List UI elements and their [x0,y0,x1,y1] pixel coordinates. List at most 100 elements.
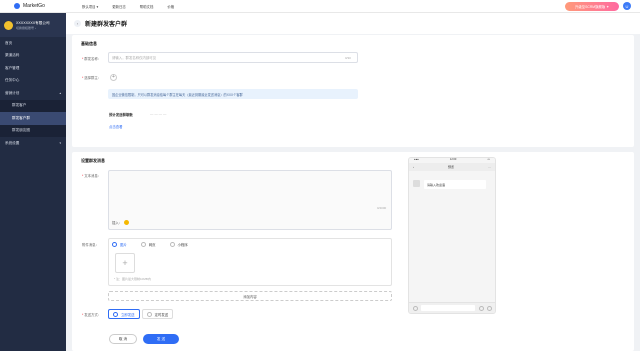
back-button[interactable]: ‹ [74,20,81,27]
nav-project-switcher[interactable]: 默认项目 ▾ [82,4,98,9]
attachment-box: 图片 网页 小程序 + * 注：图片最大限制10MB内 [108,238,392,286]
sidebar-item-customers[interactable]: 客户管理 [0,62,66,75]
org-switcher[interactable]: XXXXXXXX有限公司 切换授权账号 › [0,13,66,37]
submit-button[interactable]: 发 送 [143,334,179,344]
attach-web-radio[interactable]: 网页 [140,242,156,247]
section-title-basic: 基础信息 [81,41,97,46]
radio-icon [169,242,175,247]
text-message-label-text: 文本消息： [84,174,102,178]
phone-text-input [421,305,475,311]
insert-label: 插入： [112,221,123,225]
preview-message: 请输入欢迎语 [424,180,486,189]
attach-image-radio[interactable]: 图片 [112,242,127,247]
chevron-up-icon: ▴ [59,91,61,96]
page-header: ‹ 新建群发客户群 [66,13,640,34]
logo-icon [14,3,20,9]
more-icon: ··· [487,165,491,169]
nav-pricing[interactable]: 价格 [167,4,174,9]
org-switch-link[interactable]: 切换授权账号 › [16,26,50,30]
nav-changelog[interactable]: 更新日志 [112,4,126,9]
org-name: XXXXXXXX有限公司 [16,20,50,25]
plus-icon: + [122,258,128,268]
voice-icon [413,306,418,311]
cancel-button[interactable]: 取 消 [109,334,137,344]
sidebar-item-label: 渠道活码 [5,53,20,58]
task-name-count: 0/30 [345,56,351,60]
phone-time: 12:00 [449,158,457,161]
estimate-label: 预计发送群聊数 [109,113,133,117]
page-title: 新建群发客户群 [85,22,128,28]
sidebar-item-settings[interactable]: 系统设置 ▾ [0,137,66,150]
sidebar-item-marketing[interactable]: 营销计划 ▴ [0,87,66,100]
logo[interactable]: MarketGo [0,3,66,9]
sidebar-item-label: 群发朋友圈 [12,128,30,133]
add-owner-button[interactable]: + [110,74,117,81]
upload-note: * 注：图片最大限制10MB内 [114,277,151,281]
radio-icon [140,242,146,247]
radio-icon [146,311,152,317]
radio-label: 图片 [120,243,127,247]
sidebar-item-mass-groups[interactable]: 群发客户群 [0,112,66,125]
insert-row: 插入： [112,220,130,225]
sidebar-item-label: 群发客户群 [12,115,30,120]
sidebar-item-mass-customers[interactable]: 群发客户 [0,99,66,112]
sidebar: XXXXXXXX有限公司 切换授权账号 › 首页 渠道活码 客户管理 任务中心 … [0,13,66,351]
send-method-label: * 发送方式： [82,313,102,317]
radio-label: 立即发送 [121,312,135,317]
top-nav: 默认项目 ▾ 更新日志 帮助文档 价格 [82,4,174,9]
send-scheduled-option[interactable]: 定时发送 [141,309,174,319]
upload-image-button[interactable]: + [115,253,135,273]
phone-input-bar [409,302,495,313]
view-estimate-link[interactable]: 点击查看 [109,124,123,129]
battery-icon: ▭ [487,158,490,161]
sidebar-item-label: 任务中心 [5,78,20,83]
estimate-value: — — — — [150,112,167,116]
org-avatar [4,20,13,30]
user-avatar[interactable]: U [623,2,631,10]
nav-help[interactable]: 帮助文档 [140,4,154,9]
basic-info-card: 基础信息 * 群发名称： 请输入，群发名称仅内部可见 0/30 * 选择群主： … [72,35,634,147]
upgrade-button[interactable]: 升级至SCRM旗舰版 ✦ [565,2,619,11]
task-name-label-text: 群发名称： [84,57,102,61]
task-name-input[interactable]: 请输入，群发名称仅内部可见 [108,52,358,63]
radio-label: 网页 [148,243,156,247]
text-message-label: * 文本消息： [82,174,102,178]
owner-label-text: 选择群主： [84,76,102,80]
emoji-icon[interactable] [124,220,130,225]
radio-label: 小程序 [177,243,188,247]
sidebar-item-label: 首页 [5,40,13,45]
message-card: 设置群发消息 * 文本消息： 0/4000 插入： 附件消息： 图片 网页 小程… [72,152,634,351]
sidebar-item-label: 群发客户 [12,103,27,108]
radio-label: 定时发送 [154,312,169,317]
add-content-button[interactable]: 添加内容 [108,291,392,301]
radio-selected-icon [113,311,118,317]
task-name-placeholder: 请输入，群发名称仅内部可见 [112,56,157,60]
phone-back-icon: ‹ [413,165,414,169]
sidebar-item-mass-moments[interactable]: 群发朋友圈 [0,124,66,137]
sidebar-item-home[interactable]: 首页 [0,37,66,50]
phone-header: ‹ 预览 ··· [409,163,495,171]
sidebar-item-label: 营销计划 [5,90,20,95]
text-message-textarea[interactable] [108,170,392,230]
sidebar-item-channel-code[interactable]: 渠道活码 [0,50,66,63]
chevron-down-icon: ▾ [59,141,61,146]
task-name-label: * 群发名称： [82,57,102,61]
attachment-label: 附件消息： [82,242,99,247]
sidebar-item-tasks[interactable]: 任务中心 [0,75,66,88]
sidebar-item-label: 系统设置 [5,140,20,145]
send-now-option[interactable]: 立即发送 [108,309,140,319]
sidebar-item-label: 客户管理 [5,65,20,70]
attachment-type-tabs: 图片 网页 小程序 [112,241,188,248]
phone-signal-icon: ●●● [414,158,419,161]
attachment-label-text: 附件消息： [82,243,99,247]
section-title-message: 设置群发消息 [81,158,105,163]
radio-selected-icon [112,242,117,247]
send-method-label-text: 发送方式： [84,313,102,317]
top-bar: MarketGo 默认项目 ▾ 更新日志 帮助文档 价格 升级至SCRM旗舰版 … [0,0,640,13]
limit-tip: 因企业微信限制，只可以群发消息给每个群主在每天（最近到期最近发送消息）的XXX个… [108,89,358,99]
phone-preview: ●●● 12:00 ▭ ‹ 预览 ··· 请输入欢迎语 [408,157,496,314]
send-method-group: 立即发送 定时发送 [108,309,174,319]
owner-label: * 选择群主： [82,76,102,80]
attach-miniprogram-radio[interactable]: 小程序 [169,242,188,247]
emoji-icon [479,306,484,311]
